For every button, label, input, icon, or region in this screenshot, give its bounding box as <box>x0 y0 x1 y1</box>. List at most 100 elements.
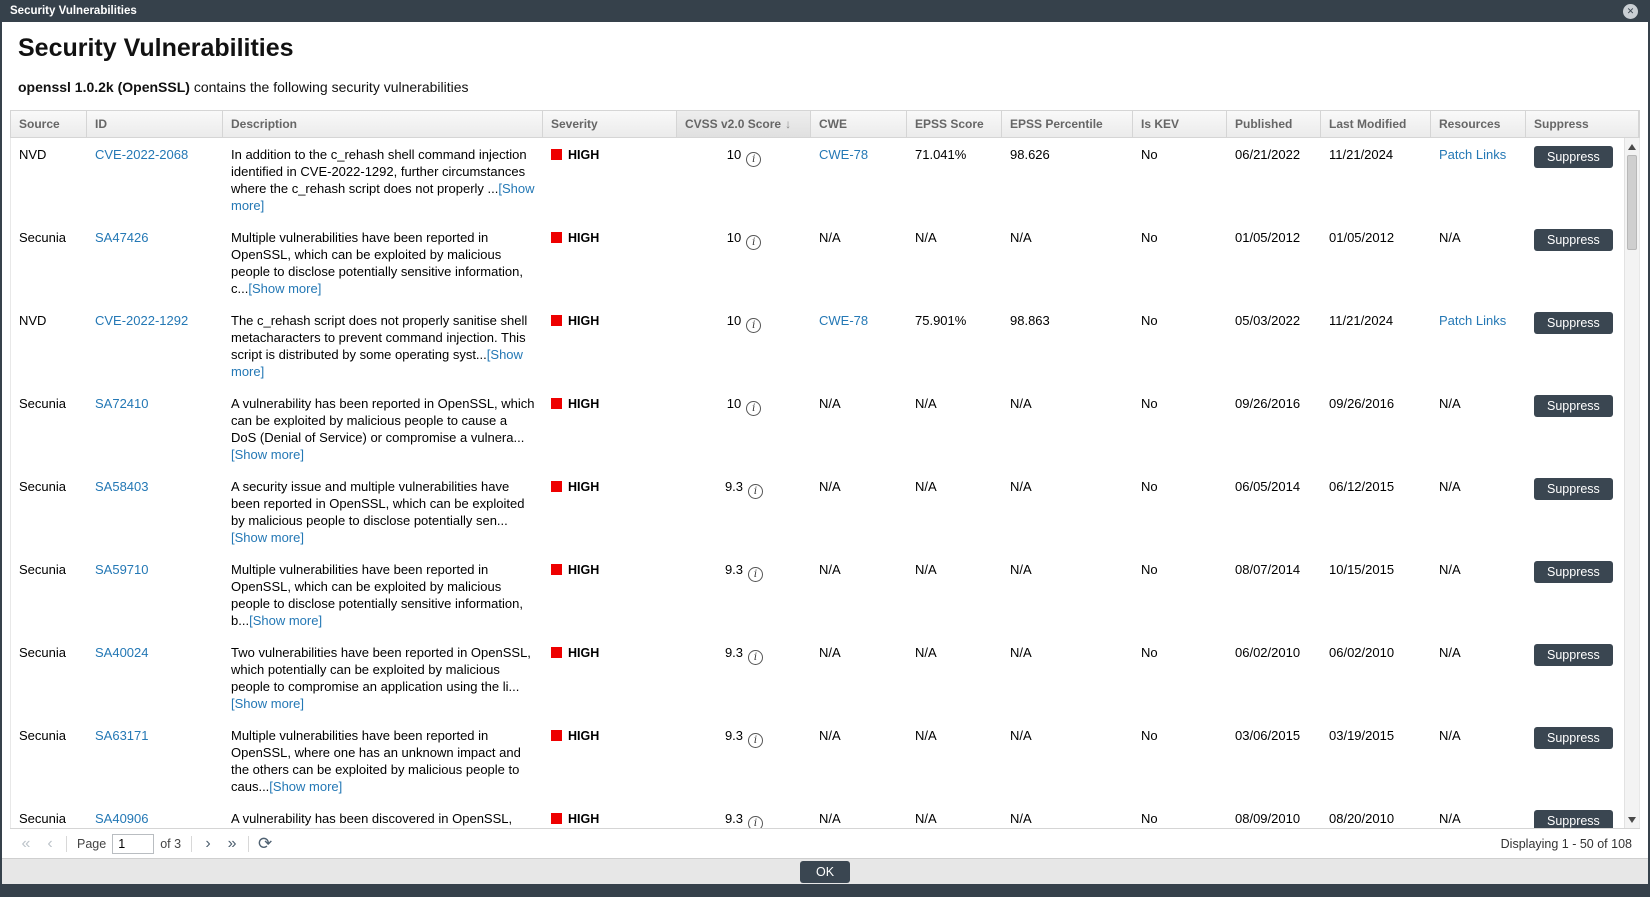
patch-links-link[interactable]: Patch Links <box>1439 147 1506 162</box>
severity-label: HIGH <box>568 480 599 494</box>
info-icon[interactable]: i <box>748 484 763 499</box>
vulnerability-id-link[interactable]: CVE-2022-2068 <box>95 147 188 162</box>
close-icon[interactable]: ✕ <box>1623 4 1638 19</box>
page-number-input[interactable] <box>112 834 154 854</box>
cwe-link[interactable]: CWE-78 <box>819 313 868 328</box>
column-header-last-modified[interactable]: Last Modified <box>1321 111 1431 137</box>
column-header-epss-percentile[interactable]: EPSS Percentile <box>1002 111 1133 137</box>
component-subtitle: openssl 1.0.2k (OpenSSL) contains the fo… <box>18 79 1640 96</box>
cell-published: 08/09/2010 <box>1227 810 1321 827</box>
suppress-button[interactable]: Suppress <box>1534 229 1613 251</box>
security-vulnerabilities-dialog: Security Vulnerabilities ✕ Security Vuln… <box>2 0 1648 884</box>
info-icon[interactable]: i <box>746 401 761 416</box>
column-header-severity[interactable]: Severity <box>543 111 677 137</box>
column-header-suppress[interactable]: Suppress <box>1526 111 1639 137</box>
vertical-scrollbar[interactable] <box>1624 138 1639 828</box>
cell-suppress: Suppress <box>1526 146 1624 168</box>
suppress-button[interactable]: Suppress <box>1534 810 1613 828</box>
cell-source: NVD <box>11 312 87 329</box>
show-more-link[interactable]: [Show more] <box>231 530 304 545</box>
cell-epss-score: 75.901% <box>907 312 1002 329</box>
scroll-up-icon[interactable] <box>1625 139 1640 154</box>
vulnerability-id-link[interactable]: SA40906 <box>95 811 149 826</box>
suppress-button[interactable]: Suppress <box>1534 312 1613 334</box>
cell-cwe: N/A <box>811 478 907 495</box>
info-icon[interactable]: i <box>746 235 761 250</box>
column-header-cwe[interactable]: CWE <box>811 111 907 137</box>
previous-page-icon[interactable]: ‹ <box>38 833 62 855</box>
info-icon[interactable]: i <box>748 816 763 828</box>
cell-cvss-score: 10i <box>677 312 811 333</box>
cell-suppress: Suppress <box>1526 644 1624 666</box>
column-header-published[interactable]: Published <box>1227 111 1321 137</box>
suppress-button[interactable]: Suppress <box>1534 727 1613 749</box>
info-icon[interactable]: i <box>746 152 761 167</box>
severity-high-icon <box>551 149 562 160</box>
first-page-icon[interactable]: « <box>14 833 38 855</box>
patch-links-link[interactable]: Patch Links <box>1439 313 1506 328</box>
cwe-link[interactable]: CWE-78 <box>819 147 868 162</box>
show-more-link[interactable]: [Show more] <box>231 447 304 462</box>
info-icon[interactable]: i <box>748 650 763 665</box>
show-more-link[interactable]: [Show more] <box>231 696 304 711</box>
next-page-icon[interactable]: › <box>196 833 220 855</box>
cell-published: 03/06/2015 <box>1227 727 1321 744</box>
cell-resources: Patch Links <box>1431 312 1526 329</box>
table-viewport: NVD CVE-2022-2068 In addition to the c_r… <box>10 138 1640 828</box>
show-more-link[interactable]: [Show more] <box>249 613 322 628</box>
cell-suppress: Suppress <box>1526 395 1624 417</box>
refresh-icon[interactable]: ⟳ <box>253 833 277 855</box>
cell-suppress: Suppress <box>1526 727 1624 749</box>
vulnerability-id-link[interactable]: CVE-2022-1292 <box>95 313 188 328</box>
info-icon[interactable]: i <box>748 567 763 582</box>
cell-severity: HIGH <box>543 810 677 828</box>
column-header-cvss-score[interactable]: CVSS v2.0 Score↓ <box>677 111 811 137</box>
cell-resources: N/A <box>1431 810 1526 827</box>
info-icon[interactable]: i <box>748 733 763 748</box>
cell-source: Secunia <box>11 644 87 661</box>
page-title: Security Vulnerabilities <box>18 34 1640 62</box>
cell-last-modified: 11/21/2024 <box>1321 146 1431 163</box>
toolbar-separator <box>248 836 249 852</box>
column-header-is-kev[interactable]: Is KEV <box>1133 111 1227 137</box>
vulnerability-id-link[interactable]: SA58403 <box>95 479 149 494</box>
cell-cvss-score: 9.3i <box>677 478 811 499</box>
column-header-epss-score[interactable]: EPSS Score <box>907 111 1002 137</box>
table-row: Secunia SA40024 Two vulnerabilities have… <box>11 636 1624 719</box>
vulnerability-id-link[interactable]: SA63171 <box>95 728 149 743</box>
suppress-button[interactable]: Suppress <box>1534 146 1613 168</box>
suppress-button[interactable]: Suppress <box>1534 478 1613 500</box>
cell-severity: HIGH <box>543 478 677 496</box>
cell-epss-percentile: N/A <box>1002 229 1133 246</box>
grid-rows: NVD CVE-2022-2068 In addition to the c_r… <box>11 138 1624 828</box>
cell-severity: HIGH <box>543 312 677 330</box>
last-page-icon[interactable]: » <box>220 833 244 855</box>
show-more-link[interactable]: [Show more] <box>248 281 321 296</box>
show-more-link[interactable]: [Show more] <box>269 779 342 794</box>
cell-cwe: CWE-78 <box>811 146 907 163</box>
scrollbar-thumb[interactable] <box>1627 155 1637 250</box>
column-header-resources[interactable]: Resources <box>1431 111 1526 137</box>
cell-epss-score: N/A <box>907 229 1002 246</box>
vulnerability-id-link[interactable]: SA72410 <box>95 396 149 411</box>
severity-high-icon <box>551 232 562 243</box>
ok-button[interactable]: OK <box>800 861 850 883</box>
column-header-id[interactable]: ID <box>87 111 223 137</box>
vulnerability-id-link[interactable]: SA40024 <box>95 645 149 660</box>
vulnerability-id-link[interactable]: SA47426 <box>95 230 149 245</box>
column-header-description[interactable]: Description <box>223 111 543 137</box>
cell-cvss-score: 9.3 i <box>677 644 811 665</box>
suppress-button[interactable]: Suppress <box>1534 644 1613 666</box>
cell-description: A security issue and multiple vulnerabil… <box>223 478 543 546</box>
suppress-button[interactable]: Suppress <box>1534 395 1613 417</box>
cell-epss-percentile: N/A <box>1002 727 1133 744</box>
cell-severity: HIGH <box>543 727 677 745</box>
column-header-source[interactable]: Source <box>11 111 87 137</box>
vulnerability-id-link[interactable]: SA59710 <box>95 562 149 577</box>
scroll-down-icon[interactable] <box>1625 812 1640 827</box>
cvss-value: 9.3 <box>725 645 743 660</box>
table-row: Secunia SA47426 Multiple vulnerabilities… <box>11 221 1624 304</box>
dialog-body: Security Vulnerabilities openssl 1.0.2k … <box>2 22 1648 858</box>
suppress-button[interactable]: Suppress <box>1534 561 1613 583</box>
info-icon[interactable]: i <box>746 318 761 333</box>
